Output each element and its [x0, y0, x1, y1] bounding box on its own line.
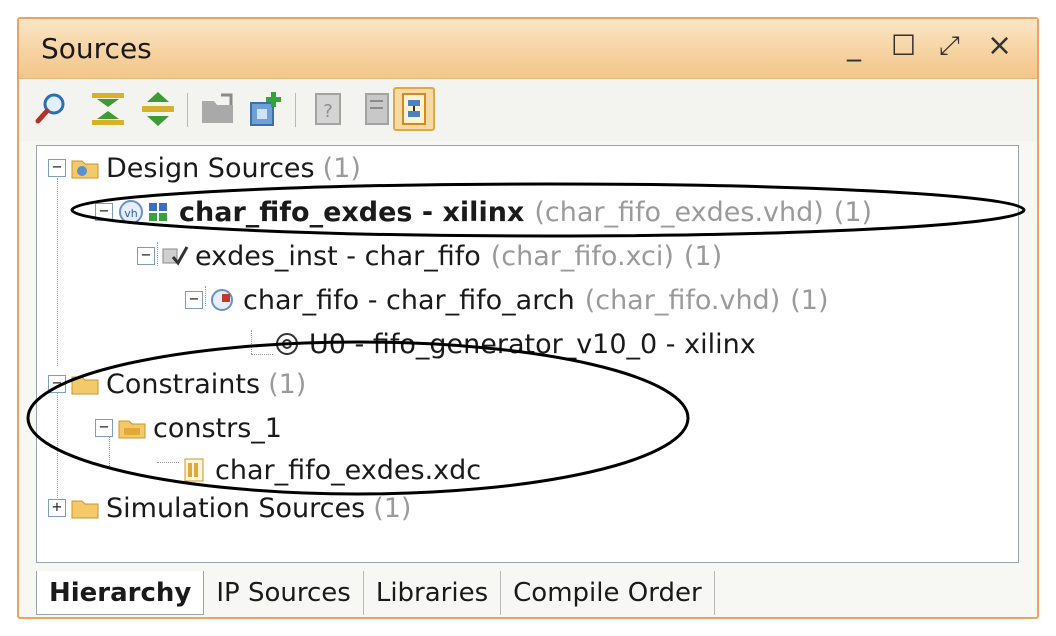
tab-ip-sources[interactable]: IP Sources	[204, 571, 364, 615]
node-file: (char_fifo.vhd)	[584, 284, 781, 316]
collapse-toggle[interactable]: −	[48, 159, 66, 177]
tree-node-top-module[interactable]: − vh char_fifo_exdes - xilinx (char_fifo…	[95, 192, 872, 232]
tree-guide	[251, 330, 252, 354]
tree-guide	[57, 178, 58, 366]
tree-node-exdes-inst[interactable]: − exdes_inst - char_fifo (char_fifo.xci)…	[137, 236, 722, 276]
tab-compile-order[interactable]: Compile Order	[501, 571, 715, 615]
open-folder-icon[interactable]	[199, 89, 237, 129]
node-count: (1)	[683, 240, 723, 272]
folder-icon	[70, 155, 100, 181]
toolbar-separator	[295, 93, 296, 127]
tree-node-design-sources[interactable]: − Design Sources (1)	[48, 148, 361, 188]
sources-panel: Sources _ ☐ ⤢ × ? − Design Sources (1) −…	[17, 17, 1039, 619]
svg-text:vh: vh	[124, 207, 138, 220]
node-count: (1)	[268, 368, 307, 400]
toolbar: ?	[19, 79, 1037, 141]
svg-text:?: ?	[323, 101, 333, 122]
show-hierarchy-icon[interactable]	[393, 87, 435, 131]
xdc-file-icon	[179, 457, 209, 483]
node-file: (char_fifo_exdes.vhd)	[534, 196, 824, 228]
node-count: (1)	[373, 492, 412, 524]
node-count: (1)	[833, 196, 873, 228]
properties-icon[interactable]: ?	[309, 89, 347, 129]
collapse-all-icon[interactable]	[89, 89, 127, 129]
tree-guide	[157, 462, 179, 463]
folder-icon	[70, 371, 100, 397]
tree-node-constrs-1[interactable]: − constrs_1	[95, 408, 282, 448]
bracket-icon[interactable]	[357, 89, 395, 129]
maximize-button[interactable]: ☐	[891, 29, 916, 63]
collapse-toggle[interactable]: −	[137, 247, 155, 265]
node-file: (char_fifo.xci)	[490, 240, 674, 272]
vhdl-top-icon: vh	[117, 199, 173, 225]
node-label: Simulation Sources	[106, 492, 366, 524]
constraint-set-icon	[117, 415, 147, 441]
tree-node-simulation-sources[interactable]: + Simulation Sources (1)	[48, 488, 411, 528]
toolbar-separator	[187, 93, 188, 127]
ip-core-icon	[159, 243, 189, 269]
node-label: Constraints	[106, 368, 261, 400]
node-label: exdes_inst - char_fifo	[195, 240, 481, 272]
tree-guide	[251, 354, 273, 355]
expand-toggle[interactable]: +	[48, 499, 66, 517]
close-button[interactable]: ×	[987, 29, 1012, 63]
node-count: (1)	[322, 152, 361, 184]
node-label: constrs_1	[153, 412, 282, 444]
view-tabs: Hierarchy IP Sources Libraries Compile O…	[36, 571, 715, 615]
minimize-button[interactable]: _	[847, 29, 861, 63]
node-label: char_fifo_exdes - xilinx	[179, 196, 525, 228]
tree-node-u0[interactable]: U0 - fifo_generator_v10_0 - xilinx	[273, 324, 756, 364]
collapse-toggle[interactable]: −	[95, 203, 113, 221]
panel-title: Sources	[41, 32, 152, 65]
tree-node-xdc-file[interactable]: char_fifo_exdes.xdc	[179, 450, 481, 490]
vhdl-module-icon	[207, 287, 237, 313]
black-box-icon	[273, 331, 303, 357]
node-label: char_fifo - char_fifo_arch	[243, 284, 575, 316]
tab-hierarchy[interactable]: Hierarchy	[36, 571, 205, 615]
collapse-toggle[interactable]: −	[185, 291, 203, 309]
node-label: U0 - fifo_generator_v10_0 - xilinx	[309, 328, 756, 360]
tree-node-constraints[interactable]: − Constraints (1)	[48, 364, 306, 404]
collapse-toggle[interactable]: −	[95, 419, 113, 437]
search-icon[interactable]	[33, 89, 71, 129]
node-count: (1)	[790, 284, 829, 316]
tree-node-char-fifo[interactable]: − char_fifo - char_fifo_arch (char_fifo.…	[185, 280, 828, 320]
node-label: Design Sources	[106, 152, 315, 184]
node-label: char_fifo_exdes.xdc	[215, 454, 482, 486]
source-tree[interactable]: − Design Sources (1) − vh char_fifo_exde…	[36, 145, 1019, 563]
tab-libraries[interactable]: Libraries	[364, 571, 502, 615]
restore-button[interactable]: ⤢	[939, 29, 960, 63]
collapse-toggle[interactable]: −	[48, 375, 66, 393]
add-sources-icon[interactable]	[247, 89, 285, 129]
folder-icon	[70, 495, 100, 521]
panel-title-bar[interactable]: Sources _ ☐ ⤢ ×	[19, 19, 1037, 79]
expand-all-icon[interactable]	[139, 89, 177, 129]
